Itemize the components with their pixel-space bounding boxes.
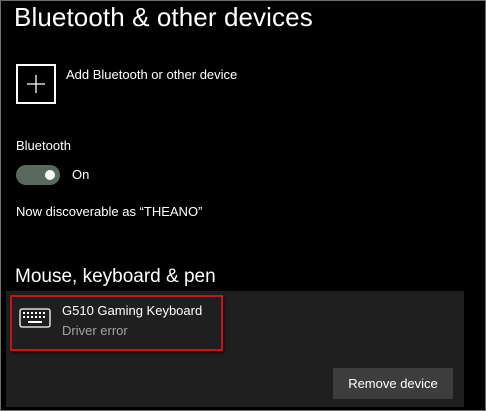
keyboard-icon [19,308,51,328]
device-name: G510 Gaming Keyboard [62,303,203,318]
add-device-label: Add Bluetooth or other device [66,67,238,82]
plus-icon [27,75,45,93]
page-title: Bluetooth & other devices [14,2,313,32]
device-item-g510-keyboard[interactable]: G510 Gaming Keyboard Driver error [10,295,223,351]
add-device-button[interactable]: Add Bluetooth or other device [16,64,237,104]
toggle-knob [45,170,55,180]
settings-page: Bluetooth & other devices Add Bluetooth … [0,0,486,411]
bluetooth-toggle-state: On [72,167,90,182]
device-status: Driver error [62,323,128,338]
bluetooth-toggle[interactable] [16,165,60,185]
bluetooth-label: Bluetooth [16,138,71,153]
remove-device-button[interactable]: Remove device [333,368,453,399]
discoverable-status: Now discoverable as “THEANO” [16,204,203,219]
section-title-mouse-keyboard-pen: Mouse, keyboard & pen [15,266,216,287]
add-device-tile[interactable] [16,64,56,104]
